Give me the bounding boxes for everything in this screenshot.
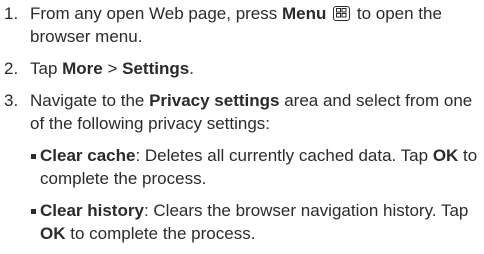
instructions-document: 1. From any open Web page, press Menu to…: [4, 2, 482, 254]
step-text: Navigate to the Privacy settings area an…: [30, 89, 482, 135]
step-number: 3.: [4, 91, 19, 110]
more-label: More: [62, 59, 103, 78]
step-3: 3. Navigate to the Privacy settings area…: [4, 89, 482, 135]
option-text: Clear cache: Deletes all currently cache…: [40, 144, 482, 190]
option-text: Clear history: Clears the browser naviga…: [40, 199, 482, 245]
ok-label: OK: [40, 224, 66, 243]
settings-label: Settings: [122, 59, 190, 78]
step-text-pre: Navigate to the: [30, 91, 150, 110]
bullet-icon: [30, 199, 40, 245]
option-title: Clear cache: [40, 146, 136, 165]
path-separator: >: [102, 59, 123, 78]
privacy-settings-label: Privacy settings: [149, 91, 280, 110]
option-desc-post: to complete the process.: [65, 224, 256, 243]
step-text: Tap More > Settings.: [30, 57, 482, 80]
option-clear-cache: Clear cache: Deletes all currently cache…: [30, 144, 482, 190]
menu-key-label: Menu: [282, 4, 327, 23]
menu-key-icon: [333, 6, 351, 21]
step-number: 1.: [4, 4, 19, 23]
bullet-icon: [30, 144, 40, 190]
option-desc-pre: : Clears the browser navigation history.…: [143, 201, 469, 220]
step-text: From any open Web page, press Menu to op…: [30, 2, 482, 48]
step-text-post: .: [189, 59, 194, 78]
step-2: 2. Tap More > Settings.: [4, 57, 482, 80]
step-1: 1. From any open Web page, press Menu to…: [4, 2, 482, 48]
option-title: Clear history: [40, 201, 144, 220]
option-clear-history: Clear history: Clears the browser naviga…: [30, 199, 482, 245]
step-text-pre: From any open Web page, press: [30, 4, 282, 23]
option-desc-pre: : Deletes all currently cached data. Tap: [135, 146, 433, 165]
step-text-pre: Tap: [30, 59, 63, 78]
ok-label: OK: [432, 146, 459, 165]
step-number: 2.: [4, 59, 19, 78]
